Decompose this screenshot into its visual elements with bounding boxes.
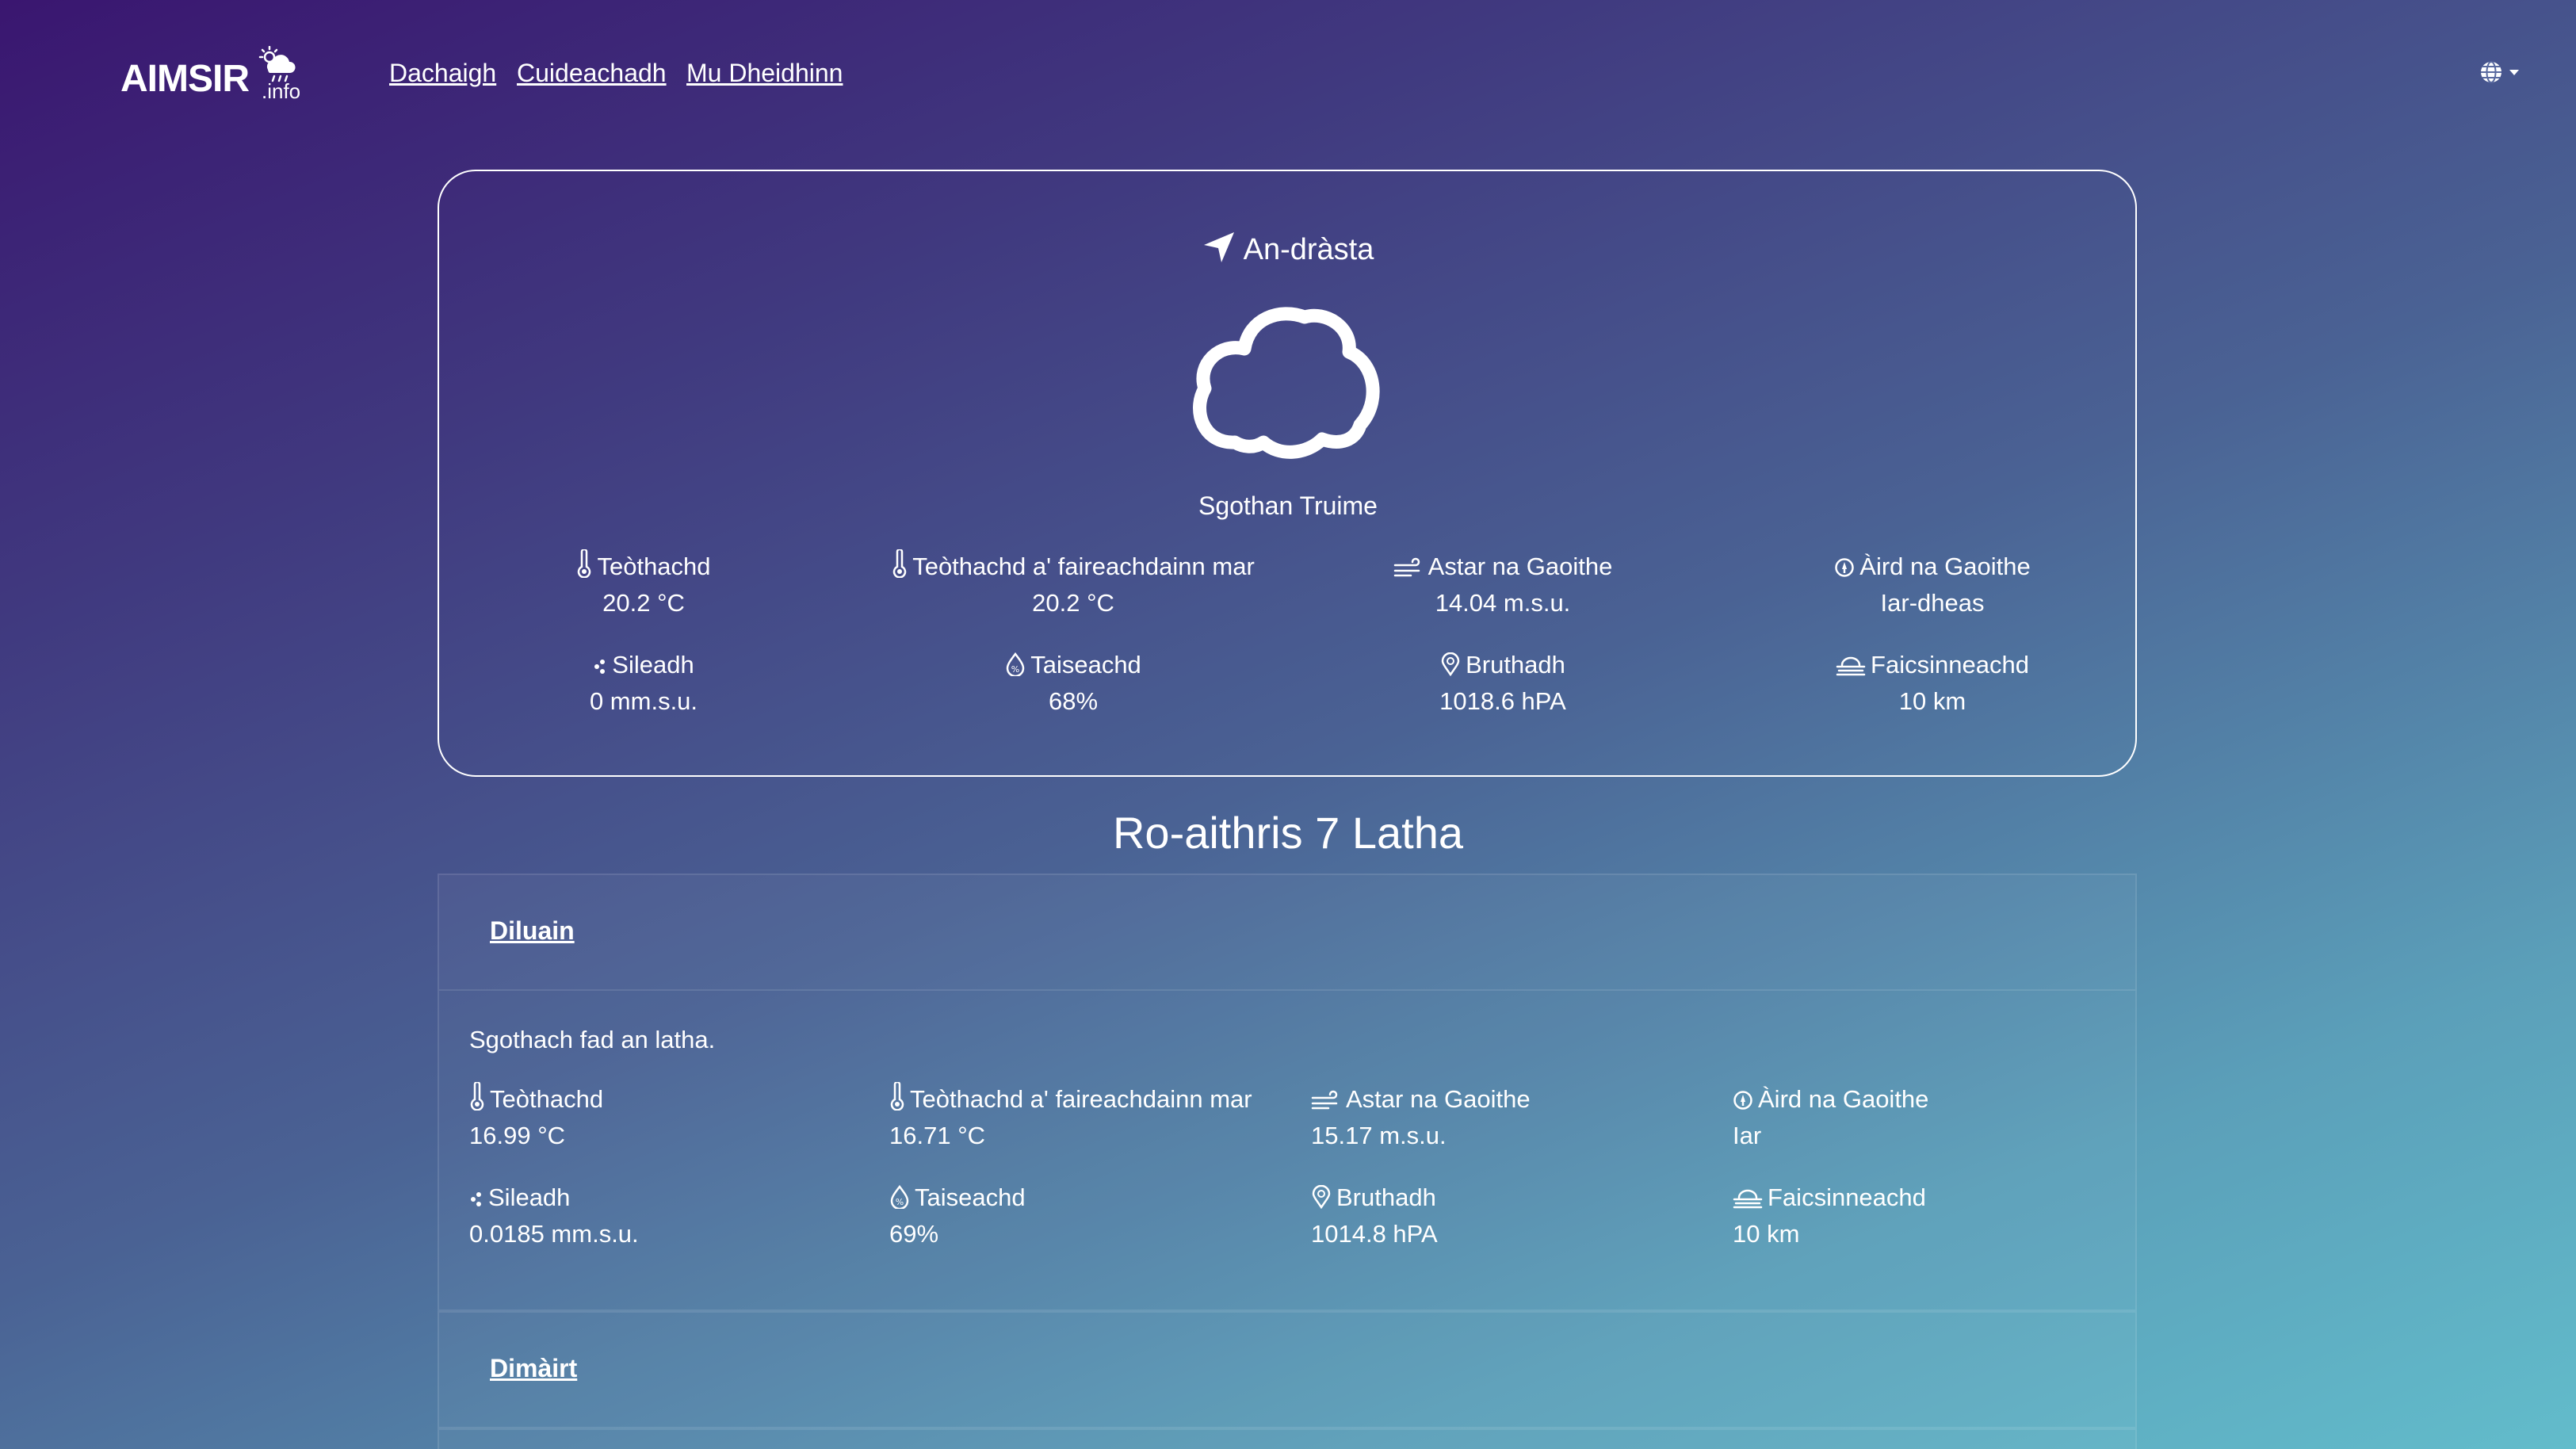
location-arrow-icon (1203, 232, 1234, 262)
stat-label: Teòthachd a' faireachdainn mar (910, 1085, 1252, 1113)
stat-value: 20.2 °C (1032, 589, 1114, 617)
stat-value: 20.2 °C (602, 589, 685, 617)
current-temperature: Teòthachd 20.2 °C (422, 549, 866, 621)
stat-label: Bruthadh (1466, 651, 1565, 679)
chevron-down-icon (2509, 70, 2519, 75)
day-header-monday[interactable]: Diluain (438, 874, 2137, 991)
stat-value: Iar (1733, 1122, 1762, 1149)
stat-value: 69% (889, 1220, 939, 1248)
cloud-icon (1193, 307, 1380, 459)
precipitation-icon (471, 1192, 481, 1206)
stat-value: 68% (1048, 687, 1099, 715)
precipitation-icon (594, 660, 606, 674)
thermometer-icon (892, 549, 907, 578)
stat-value: Iar-dheas (1880, 589, 1985, 617)
pressure-icon (1312, 1185, 1331, 1209)
current-wind-speed: Astar na Gaoithe 14.04 m.s.u. (1281, 549, 1725, 621)
svg-text:%: % (1011, 664, 1019, 675)
stat-value: 10 km (1733, 1220, 1800, 1248)
day-visibility: Faicsinneachd 10 km (1733, 1179, 1926, 1252)
stat-value: 0.0185 mm.s.u. (469, 1220, 639, 1248)
humidity-drop-icon: % (890, 1185, 909, 1209)
forecast-title: Ro-aithris 7 Latha (1112, 808, 1463, 858)
day-header-next[interactable] (438, 1428, 2137, 1449)
current-feels-like: Teòthachd a' faireachdainn mar 20.2 °C (851, 549, 1295, 621)
day-summary: Sgothach fad an latha. (469, 1026, 716, 1053)
stat-label: Àird na Gaoithe (1758, 1085, 1929, 1113)
wind-icon (1311, 1090, 1338, 1110)
stat-value: 0 mm.s.u. (589, 687, 698, 715)
stat-value: 1014.8 hPA (1311, 1220, 1438, 1248)
stat-label: Teòthachd a' faireachdainn mar (912, 552, 1255, 580)
thermometer-icon (578, 549, 591, 578)
day-humidity: % Taiseachd 69% (889, 1179, 1026, 1252)
stat-label: Taiseachd (1030, 651, 1141, 679)
current-pressure: Bruthadh 1018.6 hPA (1281, 647, 1725, 720)
stat-label: Sileadh (612, 651, 694, 679)
svg-text:%: % (896, 1197, 904, 1207)
stat-label: Faicsinneachd (1768, 1183, 1926, 1211)
day-precipitation: Sileadh 0.0185 mm.s.u. (469, 1179, 639, 1252)
logo-suffix: .info (262, 79, 301, 103)
nav-link-help[interactable]: Cuideachadh (517, 55, 667, 90)
day-header-tuesday[interactable]: Dimàirt (438, 1311, 2137, 1428)
compass-icon (1835, 558, 1855, 577)
stat-label: Bruthadh (1336, 1183, 1436, 1211)
sun-cloud-rain-icon (258, 46, 296, 82)
humidity-drop-icon: % (1006, 652, 1025, 676)
stat-label: Astar na Gaoithe (1346, 1085, 1531, 1113)
current-visibility: Faicsinneachd 10 km (1710, 647, 2154, 720)
compass-icon (1733, 1091, 1752, 1110)
current-humidity: % Taiseachd 68% (851, 647, 1295, 720)
current-precipitation: Sileadh 0 mm.s.u. (422, 647, 866, 720)
logo-text: AIMSIR (120, 58, 250, 100)
stat-value: 14.04 m.s.u. (1435, 589, 1571, 617)
current-title: An-dràsta (0, 230, 2576, 270)
nav-link-about[interactable]: Mu Dheidhinn (686, 55, 843, 90)
nav-link-home[interactable]: Dachaigh (389, 55, 496, 90)
day-wind-direction: Àird na Gaoithe Iar (1733, 1081, 1928, 1154)
current-wind-direction: Àird na Gaoithe Iar-dheas (1710, 549, 2154, 621)
current-condition: Sgothan Truime (1198, 491, 1378, 520)
thermometer-icon (890, 1082, 904, 1111)
stat-label: Àird na Gaoithe (1859, 552, 2031, 580)
stat-label: Astar na Gaoithe (1428, 552, 1613, 580)
stat-label: Faicsinneachd (1871, 651, 2029, 679)
language-dropdown[interactable] (2478, 59, 2525, 86)
current-title-text: An-dràsta (1243, 233, 1374, 266)
day-pressure: Bruthadh 1014.8 hPA (1311, 1179, 1438, 1252)
stat-value: 10 km (1898, 687, 1966, 715)
wind-icon (1393, 557, 1420, 577)
stat-label: Teòthachd (597, 552, 711, 580)
stat-label: Taiseachd (915, 1183, 1026, 1211)
stat-value: 1018.6 hPA (1439, 687, 1566, 715)
day-feels-like: Teòthachd a' faireachdainn mar 16.71 °C (889, 1081, 1252, 1154)
day-wind-speed: Astar na Gaoithe 15.17 m.s.u. (1311, 1081, 1531, 1154)
stat-label: Sileadh (488, 1183, 571, 1211)
day-name[interactable]: Dimàirt (490, 1351, 577, 1386)
fog-visibility-icon (1733, 1189, 1763, 1209)
stat-label: Teòthachd (490, 1085, 604, 1113)
day-name[interactable]: Diluain (490, 913, 575, 948)
stat-value: 16.99 °C (469, 1122, 565, 1149)
stat-value: 15.17 m.s.u. (1311, 1122, 1447, 1149)
site-logo[interactable]: AIMSIR .info (120, 46, 303, 109)
globe-icon (2481, 61, 2519, 83)
stat-value: 16.71 °C (889, 1122, 985, 1149)
day-temperature: Teòthachd 16.99 °C (469, 1081, 603, 1154)
fog-visibility-icon (1836, 656, 1866, 676)
thermometer-icon (470, 1082, 484, 1111)
navbar: AIMSIR .info Dachaigh Cuideachadh Mu Dhe… (0, 0, 2576, 146)
pressure-icon (1441, 652, 1460, 676)
